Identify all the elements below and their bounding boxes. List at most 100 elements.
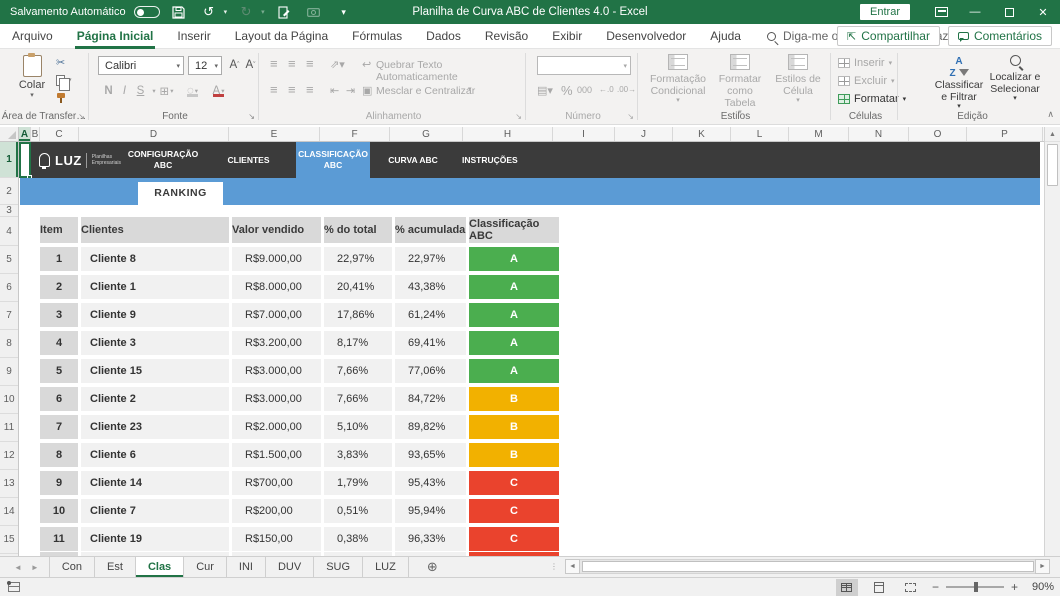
table-row[interactable]: 10 Cliente 7 R$200,00 0,51% 95,94% C xyxy=(40,499,559,523)
maximize-button[interactable] xyxy=(992,0,1026,24)
orientation-icon[interactable]: ⇗▾ xyxy=(330,58,345,71)
select-all-corner[interactable] xyxy=(0,127,19,141)
table-row[interactable]: 8 Cliente 6 R$1.500,00 3,83% 93,65% B xyxy=(40,443,559,467)
row-header[interactable]: 4 xyxy=(0,217,18,246)
sign-in-button[interactable]: Entrar xyxy=(860,4,910,20)
splitter-dots-icon[interactable]: ⋮ xyxy=(550,562,559,571)
comments-button[interactable]: Comentários xyxy=(948,26,1052,46)
row-header[interactable]: 7 xyxy=(0,302,18,330)
table-row[interactable]: 2 Cliente 1 R$8.000,00 20,41% 43,38% A xyxy=(40,275,559,299)
zoom-slider[interactable] xyxy=(946,586,1004,588)
font-size-combo[interactable]: 12▾ xyxy=(188,56,222,75)
column-header[interactable]: A xyxy=(19,127,31,141)
table-row[interactable]: 4 Cliente 3 R$3.200,00 8,17% 69,41% A xyxy=(40,331,559,355)
column-header[interactable]: C xyxy=(40,127,79,141)
row-header[interactable]: 3 xyxy=(0,205,18,217)
column-header[interactable]: O xyxy=(909,127,967,141)
wrap-text-icon[interactable]: ↩ xyxy=(362,58,371,71)
row-header[interactable]: 13 xyxy=(0,470,18,498)
table-row[interactable]: 11 Cliente 19 R$150,00 0,38% 96,33% C xyxy=(40,527,559,551)
row-header[interactable]: 11 xyxy=(0,414,18,442)
ribbon-tab[interactable]: Fórmulas xyxy=(340,24,414,49)
increase-decimal-icon[interactable]: ←.0 xyxy=(599,85,614,94)
column-header[interactable]: M xyxy=(789,127,849,141)
scroll-right-icon[interactable]: ► xyxy=(1035,559,1050,574)
sheet-tab[interactable]: Con xyxy=(49,557,95,577)
macro-record-icon[interactable] xyxy=(8,582,20,592)
bold-button[interactable]: N xyxy=(100,82,117,100)
sheet-nav-tab[interactable]: CONFIGURAÇÃO ABC xyxy=(125,142,201,178)
selected-cell-a1[interactable] xyxy=(19,142,31,178)
ribbon-tab[interactable]: Arquivo xyxy=(0,24,65,49)
increase-indent-icon[interactable]: ⇥ xyxy=(346,84,355,97)
zoom-out-icon[interactable]: − xyxy=(932,580,939,594)
zoom-level[interactable]: 90% xyxy=(1028,581,1054,593)
share-button[interactable]: ⇱Compartilhar xyxy=(837,26,940,46)
row-header[interactable]: 15 xyxy=(0,526,18,554)
column-header[interactable]: N xyxy=(849,127,909,141)
cut-button[interactable]: ✂ xyxy=(56,55,72,69)
row-header[interactable]: 1 xyxy=(0,142,18,178)
table-row[interactable]: 9 Cliente 14 R$700,00 1,79% 95,43% C xyxy=(40,471,559,495)
close-button[interactable]: ✕ xyxy=(1026,0,1060,24)
page-break-view-button[interactable] xyxy=(900,579,922,596)
undo-caret-icon[interactable]: ▾ xyxy=(224,8,228,16)
sheet-nav-tab[interactable]: CLASSIFICAÇÃO ABC xyxy=(296,142,370,178)
align-right-icon[interactable]: ≡ xyxy=(306,83,314,96)
column-header[interactable]: K xyxy=(673,127,731,141)
column-header[interactable]: I xyxy=(553,127,615,141)
align-left-icon[interactable]: ≡ xyxy=(270,83,278,96)
ribbon-tab[interactable]: Desenvolvedor xyxy=(594,24,698,49)
normal-view-button[interactable] xyxy=(836,579,858,596)
insert-cells-button[interactable]: Inserir▾ xyxy=(838,55,892,71)
align-bottom-icon[interactable]: ≡ xyxy=(306,57,314,70)
ribbon-tab[interactable]: Ajuda xyxy=(698,24,753,49)
column-header[interactable]: H xyxy=(463,127,553,141)
italic-button[interactable]: I xyxy=(116,82,133,100)
horizontal-scrollbar[interactable]: ⋮ ◄ ► xyxy=(550,559,1050,574)
comma-style-icon[interactable]: 000 xyxy=(577,85,592,95)
align-top-icon[interactable]: ≡ xyxy=(270,57,278,70)
ribbon-tab[interactable]: Página Inicial xyxy=(65,24,166,49)
ribbon-tab[interactable]: Revisão xyxy=(473,24,540,49)
ribbon-tab[interactable]: Exibir xyxy=(540,24,594,49)
font-dialog-launcher-icon[interactable]: ↘ xyxy=(248,112,255,121)
row-header[interactable]: 6 xyxy=(0,274,18,302)
conditional-formatting-button[interactable]: Formatação Condicional▾ xyxy=(647,54,709,105)
document-pen-icon[interactable] xyxy=(273,3,295,21)
decrease-indent-icon[interactable]: ⇤ xyxy=(330,84,339,97)
quick-access-overflow-icon[interactable]: ▾ xyxy=(333,3,355,21)
sheet-tab[interactable]: Est xyxy=(95,557,136,577)
format-as-table-button[interactable]: Formatar como Tabela▾ xyxy=(711,54,769,117)
row-header[interactable]: 12 xyxy=(0,442,18,470)
vertical-scroll-thumb[interactable] xyxy=(1047,144,1058,186)
horizontal-scroll-thumb[interactable] xyxy=(582,561,1034,572)
row-header[interactable]: 2 xyxy=(0,178,18,205)
row-header[interactable]: 5 xyxy=(0,246,18,274)
align-middle-icon[interactable]: ≡ xyxy=(288,57,296,70)
wrap-text-button[interactable]: Quebrar Texto Automaticamente xyxy=(376,59,525,83)
copy-button[interactable]: ▾ xyxy=(56,73,72,87)
number-dialog-launcher-icon[interactable]: ↘ xyxy=(627,112,634,121)
column-header[interactable]: G xyxy=(390,127,463,141)
row-header[interactable]: 14 xyxy=(0,498,18,526)
column-header[interactable]: F xyxy=(320,127,390,141)
zoom-in-icon[interactable]: + xyxy=(1011,580,1018,594)
page-layout-view-button[interactable] xyxy=(868,579,890,596)
font-name-combo[interactable]: Calibri▾ xyxy=(98,56,184,75)
delete-cells-button[interactable]: Excluir▾ xyxy=(838,73,895,89)
increase-font-icon[interactable]: Aˆ xyxy=(226,56,243,74)
autosave-toggle[interactable] xyxy=(134,6,160,18)
merge-center-icon[interactable]: ▣ xyxy=(362,84,372,97)
sheet-tab[interactable]: SUG xyxy=(314,557,363,577)
sheet-nav-left-icon[interactable]: ◄ xyxy=(14,563,22,572)
minimize-button[interactable]: — xyxy=(958,0,992,24)
table-row[interactable]: 5 Cliente 15 R$3.000,00 7,66% 77,06% A xyxy=(40,359,559,383)
ribbon-tab[interactable]: Layout da Página xyxy=(223,24,340,49)
column-header[interactable]: E xyxy=(229,127,320,141)
decrease-decimal-icon[interactable]: .00→ xyxy=(617,85,636,94)
sheet-tab[interactable]: INI xyxy=(227,557,266,577)
new-sheet-icon[interactable]: ⊕ xyxy=(409,557,438,577)
column-header[interactable]: P xyxy=(967,127,1043,141)
format-cells-button[interactable]: Formatar▾ xyxy=(838,91,906,107)
